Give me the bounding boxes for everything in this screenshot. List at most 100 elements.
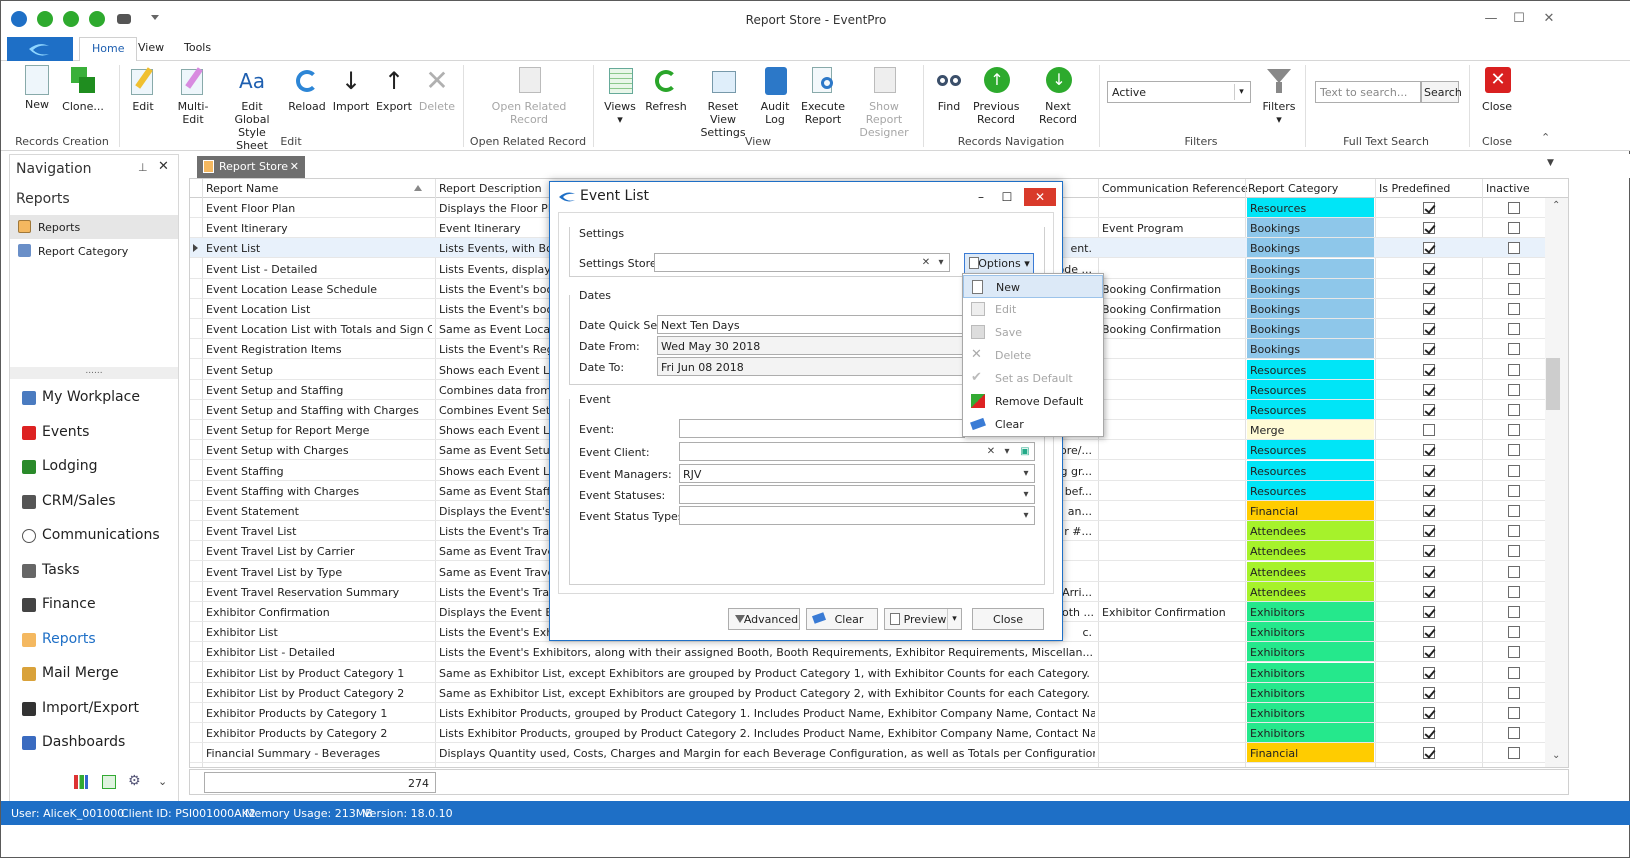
sidebar-item-reports[interactable]: Reports xyxy=(10,625,178,655)
is-predefined-checkbox[interactable] xyxy=(1423,464,1435,477)
chevron-down-icon[interactable]: ▾ xyxy=(934,254,948,271)
is-predefined-checkbox[interactable] xyxy=(1423,363,1435,376)
sidebar-item-finance[interactable]: Finance xyxy=(10,590,178,620)
inactive-checkbox[interactable] xyxy=(1508,666,1520,679)
chevron-down-icon[interactable]: ▾ xyxy=(1019,486,1033,503)
inactive-checkbox[interactable] xyxy=(1508,545,1520,558)
table-row[interactable]: Exhibitor List by Product Category 1 Same… xyxy=(190,662,1545,683)
chevron-down-icon[interactable]: ▾ xyxy=(1019,507,1033,524)
chart-icon[interactable] xyxy=(74,775,88,789)
import-button[interactable]: ↓ Import xyxy=(331,65,371,113)
is-predefined-checkbox[interactable] xyxy=(1423,323,1435,336)
inactive-checkbox[interactable] xyxy=(1508,262,1520,275)
is-predefined-checkbox[interactable] xyxy=(1423,727,1435,740)
views-button[interactable]: Views ▾ xyxy=(601,65,639,126)
options-button[interactable]: Options ▾ xyxy=(964,253,1034,275)
scroll-up-icon[interactable]: ⌃ xyxy=(1552,200,1560,211)
is-predefined-checkbox[interactable] xyxy=(1423,626,1435,639)
chevron-down-icon[interactable]: ▾ xyxy=(947,609,961,629)
table-row[interactable]: Exhibitor List - Detailed Lists the Event… xyxy=(190,642,1545,663)
inactive-checkbox[interactable] xyxy=(1508,424,1520,437)
inactive-checkbox[interactable] xyxy=(1508,505,1520,517)
chevron-down-icon[interactable]: ▾ xyxy=(1000,443,1014,460)
inactive-checkbox[interactable] xyxy=(1508,565,1520,578)
is-predefined-checkbox[interactable] xyxy=(1423,565,1435,578)
is-predefined-checkbox[interactable] xyxy=(1423,242,1435,255)
tab-list-chevron-icon[interactable]: ▼ xyxy=(1547,158,1554,168)
inactive-checkbox[interactable] xyxy=(1508,727,1520,740)
is-predefined-checkbox[interactable] xyxy=(1423,282,1435,295)
event-statuses-select[interactable]: ▾ xyxy=(679,485,1035,504)
event-status-types-select[interactable]: ▾ xyxy=(679,506,1035,525)
is-predefined-checkbox[interactable] xyxy=(1423,343,1435,356)
close-icon[interactable]: ✕ xyxy=(158,159,169,174)
table-row[interactable]: Financial Summary - Beverages Displays Qu… xyxy=(190,743,1545,764)
sidebar-item-communications[interactable]: Communications xyxy=(10,521,178,551)
menu-item-new[interactable]: New xyxy=(963,275,1103,298)
event-field[interactable] xyxy=(679,419,965,438)
collapse-ribbon-icon[interactable]: ⌃ xyxy=(1541,131,1550,144)
sidebar-item-lodging[interactable]: Lodging xyxy=(10,452,178,482)
chevron-down-icon[interactable]: ⌄ xyxy=(158,775,167,788)
reload-button[interactable]: Reload xyxy=(287,65,327,113)
tab-tools[interactable]: Tools xyxy=(184,41,211,54)
sidebar-item-reports-sub[interactable]: Reports xyxy=(10,215,178,239)
column-header-inactive[interactable]: Inactive xyxy=(1486,182,1530,195)
inactive-checkbox[interactable] xyxy=(1508,585,1520,598)
inactive-checkbox[interactable] xyxy=(1508,222,1520,235)
app-menu-button[interactable] xyxy=(7,37,73,61)
clone-button[interactable]: Clone... xyxy=(61,65,105,113)
is-predefined-checkbox[interactable] xyxy=(1423,606,1435,618)
sidebar-item-events[interactable]: Events xyxy=(10,418,178,448)
date-to-field[interactable]: Fri Jun 08 2018 xyxy=(657,357,967,376)
table-row[interactable]: Exhibitor Products by Category 2 Lists Ex… xyxy=(190,723,1545,744)
date-from-field[interactable]: Wed May 30 2018 xyxy=(657,336,967,355)
refresh-button[interactable]: Refresh xyxy=(643,65,689,113)
is-predefined-checkbox[interactable] xyxy=(1423,262,1435,275)
is-predefined-checkbox[interactable] xyxy=(1423,646,1435,659)
delete-button[interactable]: ✕ Delete xyxy=(417,65,457,114)
tab-report-store[interactable]: Report Store ✕ xyxy=(197,156,305,178)
next-record-button[interactable]: ↓ Next Record xyxy=(1025,65,1091,126)
menu-item-set-as-default[interactable]: ✔ Set as Default xyxy=(963,367,1103,390)
sidebar-item-my-workplace[interactable]: My Workplace xyxy=(10,383,178,413)
multi-edit-button[interactable]: Multi-Edit xyxy=(167,65,219,126)
execute-report-button[interactable]: Execute Report xyxy=(799,65,847,126)
inactive-checkbox[interactable] xyxy=(1508,323,1520,336)
inactive-checkbox[interactable] xyxy=(1508,626,1520,639)
new-button[interactable]: New xyxy=(19,65,55,111)
is-predefined-checkbox[interactable] xyxy=(1423,202,1435,214)
pin-icon[interactable]: ⊥ xyxy=(138,161,148,174)
event-managers-select[interactable]: RJV ▾ xyxy=(679,464,1035,483)
tab-home[interactable]: Home xyxy=(79,37,138,62)
event-client-field[interactable]: ✕ ▾ ▣ xyxy=(679,442,1035,461)
inactive-checkbox[interactable] xyxy=(1508,404,1520,416)
maximize-button[interactable]: ☐ xyxy=(1509,9,1529,29)
close-button[interactable]: ✕ Close xyxy=(1477,65,1517,113)
inactive-checkbox[interactable] xyxy=(1508,686,1520,699)
sidebar-item-mail-merge[interactable]: Mail Merge xyxy=(10,659,178,689)
inactive-checkbox[interactable] xyxy=(1508,464,1520,477)
inactive-checkbox[interactable] xyxy=(1508,202,1520,214)
menu-item-delete[interactable]: ✕ Delete xyxy=(963,344,1103,367)
dialog-minimize-button[interactable]: – xyxy=(970,188,992,206)
previous-record-button[interactable]: ↑ Previous Record xyxy=(973,65,1020,126)
filter-status-select[interactable]: Active ▾ xyxy=(1107,81,1251,103)
menu-item-clear[interactable]: Clear xyxy=(963,413,1103,436)
scrollbar-thumb[interactable] xyxy=(1546,358,1560,410)
full-text-search-input[interactable]: Text to search... xyxy=(1315,81,1421,103)
export-button[interactable]: ↑ Export xyxy=(374,65,414,113)
menu-item-edit[interactable]: Edit xyxy=(963,298,1103,321)
inactive-checkbox[interactable] xyxy=(1508,606,1520,618)
column-header-communication-reference[interactable]: Communication Reference xyxy=(1102,182,1248,195)
splitter-handle[interactable]: ...... xyxy=(10,367,178,379)
preview-button[interactable]: Preview ▾ xyxy=(884,608,962,630)
open-related-record-button[interactable]: Open Related Record xyxy=(491,65,567,126)
clear-button[interactable]: Clear xyxy=(806,608,878,630)
is-predefined-checkbox[interactable] xyxy=(1423,525,1435,538)
tab-view[interactable]: View xyxy=(138,41,164,54)
dialog-close-text-button[interactable]: Close xyxy=(972,608,1044,630)
chevron-down-icon[interactable]: ▾ xyxy=(1019,465,1033,482)
find-button[interactable]: Find xyxy=(929,65,969,113)
sidebar-item-import-export[interactable]: Import/Export xyxy=(10,694,178,724)
